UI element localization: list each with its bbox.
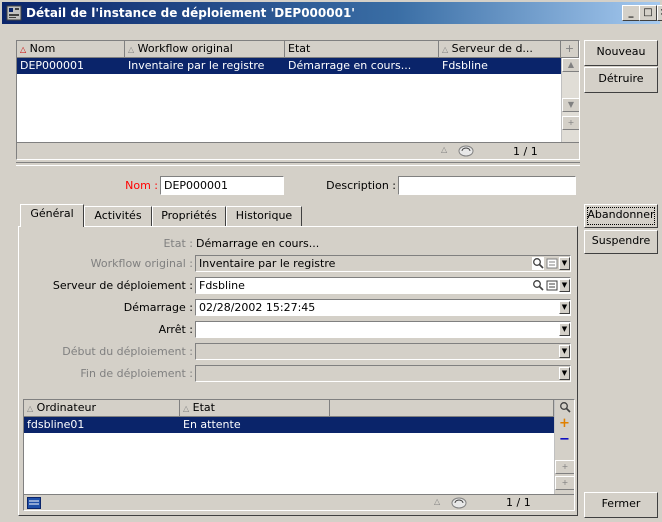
scroll-up-icon[interactable]: ▲ [562, 58, 579, 72]
nom-label: Nom : [125, 179, 158, 192]
cell-ordinateur: fdsbline01 [27, 418, 85, 431]
search-icon[interactable] [532, 279, 544, 292]
window-title: Détail de l'instance de déploiement 'DEP… [26, 6, 355, 20]
search-icon[interactable] [559, 401, 571, 417]
column-header-serveur[interactable]: △ Serveur de d... [439, 41, 561, 58]
chevron-down-icon[interactable]: ▼ [559, 279, 570, 292]
scroll-down-icon[interactable]: ▼ [562, 98, 579, 112]
debut-label: Début du déploiement : [62, 345, 193, 358]
table-row[interactable]: fdsbline01 En attente [24, 417, 554, 433]
list-footer: △ 1 / 1 [17, 142, 579, 159]
plus-icon[interactable]: + [555, 476, 574, 490]
page-counter: 1 / 1 [506, 496, 531, 509]
column-header-ordinateur[interactable]: △ Ordinateur [24, 400, 180, 417]
description-label: Description : [326, 179, 396, 192]
column-header-etat[interactable]: △ Etat [180, 400, 330, 417]
deployment-instance-window: Détail de l'instance de déploiement 'DEP… [0, 0, 662, 522]
cell-nom: DEP000001 [20, 59, 85, 72]
detruire-button[interactable]: Détruire [584, 67, 658, 93]
fin-label: Fin de déploiement : [80, 367, 193, 380]
tab-general[interactable]: Général [20, 204, 84, 227]
chevron-down-icon[interactable]: ▼ [559, 367, 570, 380]
nom-input[interactable]: DEP000001 [160, 176, 284, 195]
general-panel: Etat : Démarrage en cours... Workflow or… [18, 226, 578, 516]
column-header-nom[interactable]: △ Nom [17, 41, 125, 58]
column-header-workflow[interactable]: △ Workflow original [125, 41, 285, 58]
column-header-etat[interactable]: Etat [285, 41, 439, 58]
sort-icon: △ [128, 45, 135, 54]
add-icon[interactable]: + [559, 417, 570, 430]
suspendre-button[interactable]: Suspendre [584, 230, 658, 254]
detail-icon[interactable] [546, 257, 558, 270]
detail-icon[interactable] [546, 279, 558, 292]
computers-list[interactable]: △ Ordinateur △ Etat fdsbline01 En attent… [23, 399, 575, 511]
column-header-empty [330, 400, 554, 417]
refresh-icon[interactable] [450, 496, 468, 510]
sort-up-icon: △ [20, 45, 27, 54]
refresh-icon[interactable] [457, 144, 475, 159]
etat-value: Démarrage en cours... [196, 237, 320, 250]
cell-serveur: Fdsbline [442, 59, 488, 72]
sort-icon: △ [27, 404, 34, 413]
cell-etat: En attente [183, 418, 241, 431]
chevron-down-icon[interactable]: ▼ [559, 323, 570, 336]
app-icon [6, 5, 22, 21]
remove-icon[interactable]: − [559, 433, 570, 446]
debut-field[interactable]: ▼ [195, 343, 571, 360]
abandonner-button[interactable]: Abandonner [584, 204, 658, 228]
cell-workflow: Inventaire par le registre [128, 59, 265, 72]
arret-label: Arrêt : [158, 323, 193, 336]
search-icon[interactable] [532, 257, 544, 270]
close-button[interactable]: × [657, 5, 662, 21]
list-actions: + − + + [554, 400, 574, 494]
fermer-button[interactable]: Fermer [584, 492, 658, 518]
splitter[interactable] [16, 162, 580, 166]
maximize-button[interactable]: □ [639, 5, 657, 21]
tab-historique[interactable]: Historique [226, 206, 302, 228]
list-footer: △ 1 / 1 [24, 494, 574, 510]
sort-icon: △ [441, 145, 448, 154]
sort-icon: △ [442, 45, 449, 54]
chevron-down-icon[interactable]: ▼ [559, 345, 570, 358]
demarrage-label: Démarrage : [123, 301, 193, 314]
tab-activites[interactable]: Activités [84, 206, 152, 228]
table-icon[interactable] [27, 497, 41, 510]
etat-label: Etat : [163, 237, 193, 250]
serveur-label: Serveur de déploiement : [52, 279, 193, 292]
page-counter: 1 / 1 [513, 145, 538, 158]
plus-icon[interactable]: + [555, 460, 574, 474]
demarrage-field[interactable]: 02/28/2002 15:27:45 ▼ [195, 299, 571, 316]
nouveau-button[interactable]: Nouveau [584, 40, 658, 66]
table-row[interactable]: DEP000001 Inventaire par le registre Dém… [17, 58, 561, 74]
add-column-button[interactable]: + [561, 41, 579, 58]
title-bar[interactable]: Détail de l'instance de déploiement 'DEP… [2, 2, 662, 24]
fin-field[interactable]: ▼ [195, 365, 571, 382]
vertical-scrollbar[interactable]: ▲ ▼ + [561, 58, 579, 142]
arret-field[interactable]: ▼ [195, 321, 571, 338]
minimize-button[interactable]: _ [622, 5, 640, 21]
sort-icon: △ [183, 404, 190, 413]
instances-list[interactable]: △ Nom △ Workflow original Etat △ Serveur… [16, 40, 580, 160]
description-input[interactable] [398, 176, 576, 195]
cell-etat: Démarrage en cours... [288, 59, 412, 72]
tab-proprietes[interactable]: Propriétés [152, 206, 226, 228]
chevron-down-icon[interactable]: ▼ [559, 301, 570, 314]
sort-icon: △ [434, 497, 441, 506]
workflow-label: Workflow original : [90, 257, 193, 270]
workflow-field[interactable]: Inventaire par le registre ▼ [195, 255, 571, 272]
chevron-down-icon[interactable]: ▼ [559, 257, 570, 270]
plus-icon[interactable]: + [562, 116, 579, 130]
serveur-field[interactable]: Fdsbline ▼ [195, 277, 571, 294]
